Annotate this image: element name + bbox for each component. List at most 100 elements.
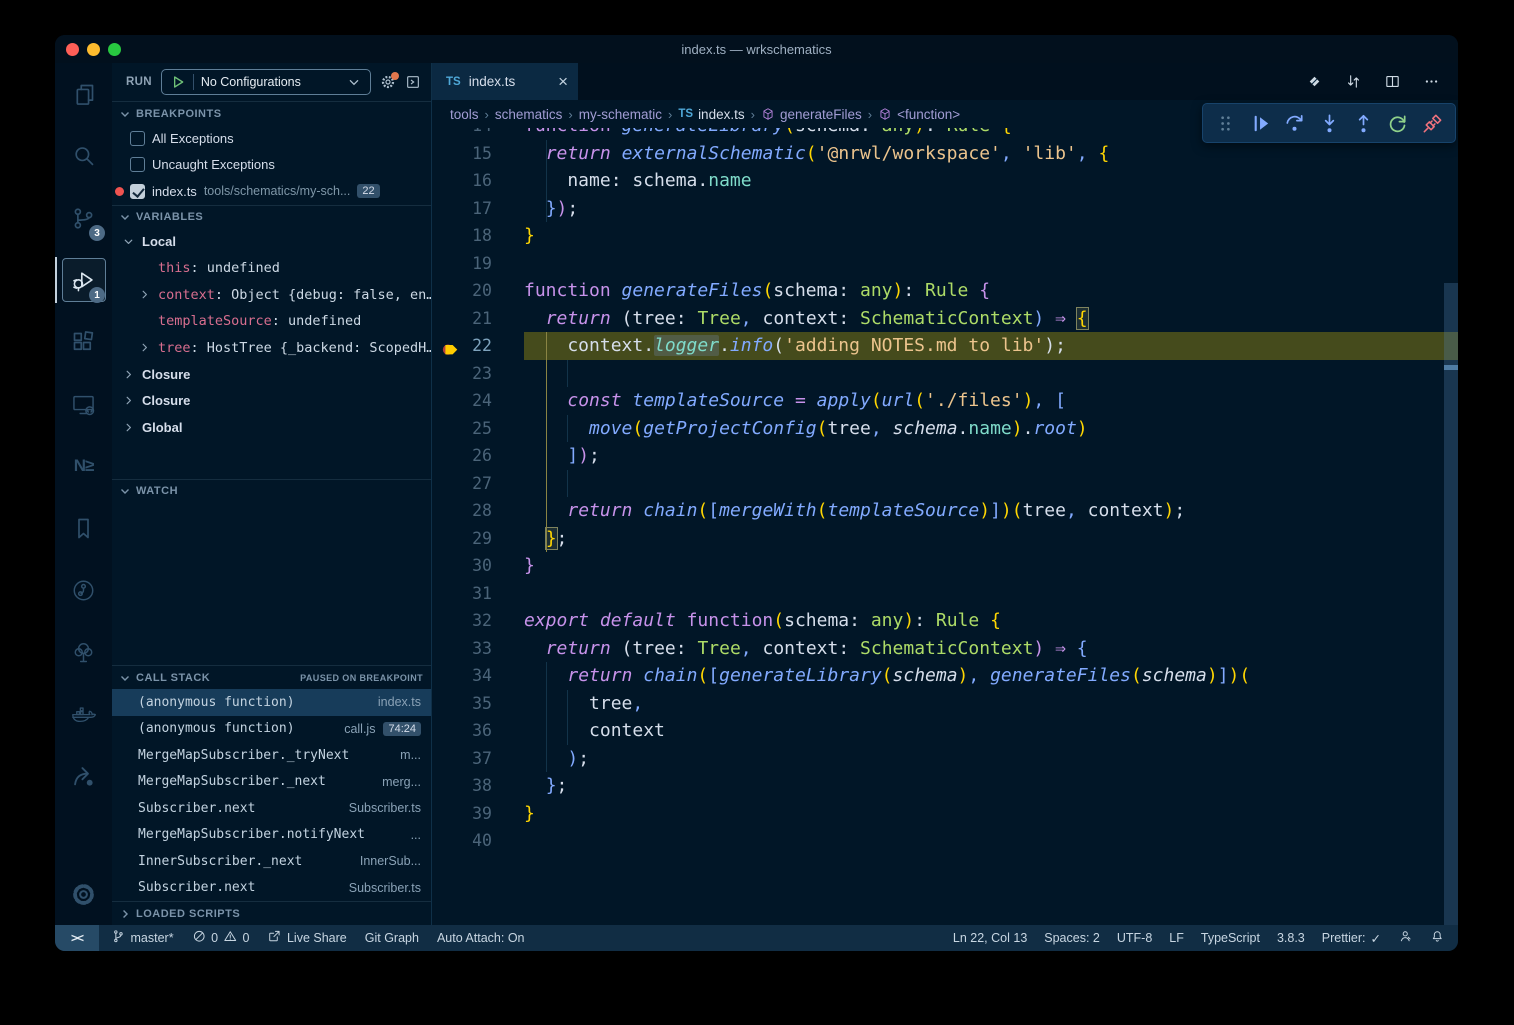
activity-item-todo-tree[interactable] — [55, 621, 112, 683]
code-line[interactable]: 17 }); — [432, 195, 1458, 223]
status-item-ts-version[interactable]: 3.8.3 — [1277, 931, 1305, 945]
code-line[interactable]: 15 return externalSchematic('@nrwl/works… — [432, 140, 1458, 168]
activity-item-git-history[interactable] — [55, 559, 112, 621]
line-number[interactable]: 28 — [432, 497, 524, 525]
compare-changes-icon[interactable] — [1345, 73, 1362, 90]
code-line-content[interactable]: return chain([generateLibrary(schema), g… — [524, 662, 1458, 690]
watch-section-header[interactable]: WATCH — [112, 479, 431, 503]
close-tab-icon[interactable]: × — [558, 73, 568, 90]
breadcrumb-item[interactable]: my-schematic — [579, 107, 662, 122]
code-line-content[interactable]: name: schema.name — [524, 167, 1458, 195]
scope-row[interactable]: Closure — [112, 361, 431, 388]
callstack-frame[interactable]: MergeMapSubscriber._nextmerg... — [112, 769, 431, 796]
code-line-content[interactable]: }); — [524, 195, 1458, 223]
callstack-frame[interactable]: InnerSubscriber._nextInnerSub... — [112, 848, 431, 875]
code-line[interactable]: 25 move(getProjectConfig(tree, schema.na… — [432, 415, 1458, 443]
callstack-frame[interactable]: (anonymous function)index.ts — [112, 689, 431, 716]
editor-scrollbar[interactable] — [1444, 283, 1458, 925]
callstack-frame[interactable]: Subscriber.nextSubscriber.ts — [112, 875, 431, 902]
activity-item-source-control[interactable]: 3 — [55, 187, 112, 249]
loaded-scripts-section-header[interactable]: LOADED SCRIPTS — [112, 901, 431, 925]
chevron-right-icon[interactable] — [122, 394, 135, 407]
status-item-auto-attach[interactable]: Auto Attach: On — [437, 931, 525, 945]
code-line[interactable]: 28 return chain([mergeWith(templateSourc… — [432, 497, 1458, 525]
checkbox[interactable] — [130, 131, 145, 146]
line-number[interactable]: 29 — [432, 525, 524, 553]
more-actions-icon[interactable] — [1423, 73, 1440, 90]
code-line-content[interactable]: move(getProjectConfig(tree, schema.name)… — [524, 415, 1458, 443]
code-line[interactable]: 32export default function(schema: any): … — [432, 607, 1458, 635]
line-number[interactable]: 27 — [432, 470, 524, 498]
code-line-content[interactable]: } — [524, 800, 1458, 828]
status-item-git-graph[interactable]: Git Graph — [365, 931, 419, 945]
remote-indicator[interactable]: >< — [55, 925, 99, 951]
callstack-frame[interactable]: Subscriber.nextSubscriber.ts — [112, 795, 431, 822]
step-into-icon[interactable] — [1318, 112, 1341, 135]
code-line-content[interactable] — [524, 470, 1458, 498]
line-number[interactable]: 25 — [432, 415, 524, 443]
variables-section-header[interactable]: VARIABLES — [112, 205, 431, 229]
variable-row[interactable]: this: undefined — [112, 255, 431, 282]
continue-icon[interactable] — [1249, 112, 1272, 135]
breakpoint-row[interactable]: Uncaught Exceptions — [112, 152, 431, 179]
launch-configuration-dropdown[interactable]: No Configurations — [161, 69, 371, 95]
code-line[interactable]: 31 — [432, 580, 1458, 608]
line-number[interactable]: 37 — [432, 745, 524, 773]
line-number[interactable]: 24 — [432, 387, 524, 415]
activity-item-manage[interactable] — [55, 863, 112, 925]
code-line[interactable]: 37 ); — [432, 745, 1458, 773]
code-line[interactable]: 35 tree, — [432, 690, 1458, 718]
split-editor-icon[interactable] — [1384, 73, 1401, 90]
line-number[interactable]: 19 — [432, 250, 524, 278]
line-number[interactable]: 17 — [432, 195, 524, 223]
variable-row[interactable]: context: Object {debug: false, en… — [112, 282, 431, 309]
line-number[interactable]: 18 — [432, 222, 524, 250]
code-line-content[interactable]: return chain([mergeWith(templateSource)]… — [524, 497, 1458, 525]
code-line-content[interactable] — [524, 360, 1458, 388]
code-line[interactable]: 18} — [432, 222, 1458, 250]
chevron-down-icon[interactable] — [122, 235, 135, 248]
code-line-content[interactable]: }; — [524, 525, 1458, 553]
activity-item-remote-explorer[interactable] — [55, 373, 112, 435]
status-item-live-share[interactable]: Live Share — [267, 929, 346, 947]
line-number[interactable]: 14 — [432, 128, 524, 140]
code-line-content[interactable]: ); — [524, 745, 1458, 773]
code-line[interactable]: 38 }; — [432, 772, 1458, 800]
breadcrumb-item[interactable]: generateFiles — [761, 107, 862, 122]
code-line[interactable]: 24 const templateSource = apply(url('./f… — [432, 387, 1458, 415]
line-number[interactable]: 40 — [432, 827, 524, 855]
checkbox[interactable] — [130, 184, 145, 199]
line-number[interactable]: 35 — [432, 690, 524, 718]
code-line-content[interactable]: } — [524, 222, 1458, 250]
gear-icon[interactable] — [380, 74, 396, 90]
code-line[interactable]: 26 ]); — [432, 442, 1458, 470]
line-number[interactable]: 15 — [432, 140, 524, 168]
debug-console-icon[interactable] — [405, 74, 421, 90]
line-number[interactable]: 34 — [432, 662, 524, 690]
code-line[interactable]: 20function generateFiles(schema: any): R… — [432, 277, 1458, 305]
line-number[interactable]: 23 — [432, 360, 524, 388]
code-line[interactable]: 29 }; — [432, 525, 1458, 553]
line-number[interactable]: 30 — [432, 552, 524, 580]
line-number[interactable]: 26 — [432, 442, 524, 470]
activity-item-extensions[interactable] — [55, 311, 112, 373]
status-item-notifications[interactable] — [1430, 929, 1445, 947]
callstack-frame[interactable]: (anonymous function)call.js74:24 — [112, 716, 431, 743]
code-line-content[interactable] — [524, 827, 1458, 855]
line-number[interactable]: 38 — [432, 772, 524, 800]
scope-row[interactable]: Global — [112, 414, 431, 441]
breadcrumb-item[interactable]: schematics — [495, 107, 563, 122]
code-line[interactable]: 34 return chain([generateLibrary(schema)… — [432, 662, 1458, 690]
status-item-feedback[interactable] — [1398, 929, 1413, 947]
activity-item-search[interactable] — [55, 125, 112, 187]
line-number[interactable]: 22 — [432, 332, 524, 360]
call-stack-section-header[interactable]: CALL STACK PAUSED ON BREAKPOINT — [112, 665, 431, 689]
code-line[interactable]: 39} — [432, 800, 1458, 828]
code-editor[interactable]: 14function generateLibrary(schema: any):… — [432, 128, 1458, 925]
line-number[interactable]: 36 — [432, 717, 524, 745]
code-line[interactable]: 23 — [432, 360, 1458, 388]
line-number[interactable]: 21 — [432, 305, 524, 333]
chevron-right-icon[interactable] — [138, 341, 151, 354]
code-line-content[interactable]: ]); — [524, 442, 1458, 470]
activity-item-explorer[interactable] — [55, 63, 112, 125]
